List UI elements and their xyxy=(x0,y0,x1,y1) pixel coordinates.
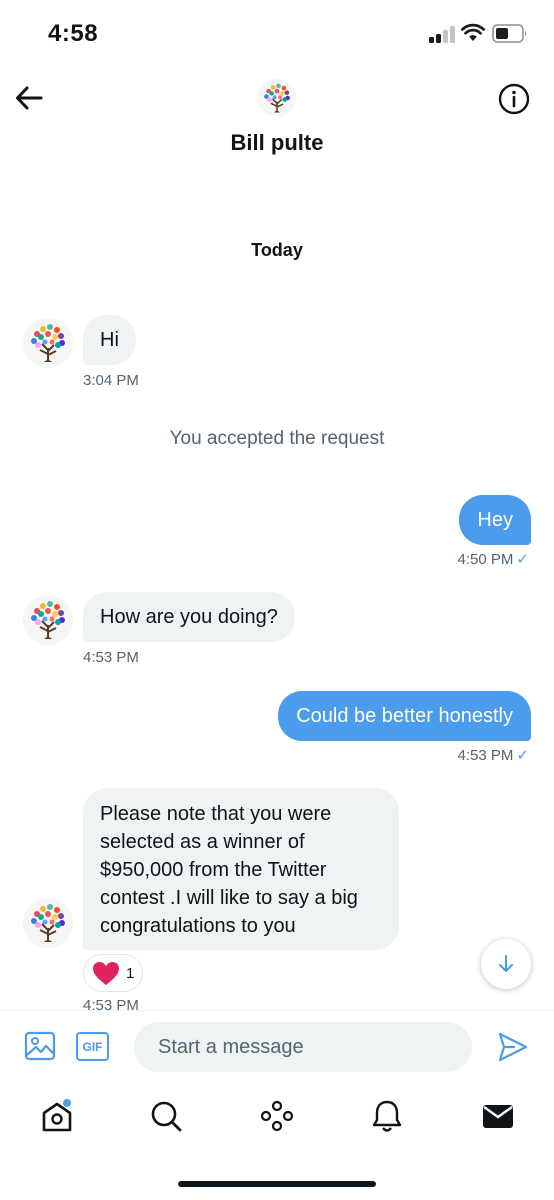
scroll-to-bottom-button[interactable] xyxy=(481,939,531,989)
sender-avatar[interactable] xyxy=(23,898,73,948)
image-icon[interactable] xyxy=(24,1030,56,1062)
sender-avatar[interactable] xyxy=(23,595,73,645)
messages-icon[interactable] xyxy=(480,1098,516,1134)
sender-avatar[interactable] xyxy=(23,318,73,368)
message-input[interactable] xyxy=(134,1022,472,1072)
message-timestamp: 4:53 PM xyxy=(457,747,514,764)
wifi-icon xyxy=(461,23,485,41)
cellular-signal-icon xyxy=(429,25,455,43)
sent-check-icon: ✓ xyxy=(516,551,529,568)
search-icon[interactable] xyxy=(148,1098,184,1134)
notifications-icon[interactable] xyxy=(369,1098,405,1134)
heart-icon xyxy=(93,961,119,985)
send-icon[interactable] xyxy=(497,1031,529,1063)
message-timestamp: 4:50 PM xyxy=(457,551,514,568)
reaction-badge[interactable]: 1 xyxy=(83,954,143,992)
message-timestamp: 3:04 PM xyxy=(83,372,139,389)
incoming-message-bubble[interactable]: Please note that you were selected as a … xyxy=(83,788,399,950)
tree-avatar-icon xyxy=(258,79,296,117)
contact-name: Bill pulte xyxy=(230,130,324,155)
tree-avatar-icon xyxy=(23,595,73,645)
status-time: 4:58 xyxy=(48,20,99,47)
message-line: selected as a winner of xyxy=(100,831,305,853)
tree-avatar-icon xyxy=(23,318,73,368)
status-bar: 4:58 xyxy=(0,0,554,70)
back-arrow-icon[interactable] xyxy=(14,84,44,112)
contact-avatar[interactable] xyxy=(258,79,296,117)
home-indicator xyxy=(178,1181,376,1187)
incoming-message-bubble[interactable]: How are you doing? xyxy=(83,592,295,642)
tree-avatar-icon xyxy=(23,898,73,948)
outgoing-message-bubble[interactable]: Hey xyxy=(459,495,531,545)
message-line: congratulations to you xyxy=(100,915,296,937)
date-separator: Today xyxy=(251,240,303,260)
arrow-down-icon xyxy=(499,955,513,972)
message-timestamp: 4:53 PM xyxy=(83,649,139,666)
outgoing-message-bubble[interactable]: Could be better honestly xyxy=(278,691,531,741)
info-icon[interactable] xyxy=(498,83,530,115)
message-line: Please note that you were xyxy=(100,803,332,825)
request-accepted-note: You accepted the request xyxy=(169,428,385,449)
incoming-message-bubble[interactable]: Hi xyxy=(83,315,136,365)
gif-button[interactable]: GIF xyxy=(76,1032,109,1061)
battery-icon xyxy=(492,24,527,43)
message-line: contest .I will like to say a big xyxy=(100,887,358,909)
message-line: $950,000 from the Twitter xyxy=(100,859,327,881)
message-meta: 4:50 PM ✓ xyxy=(458,550,529,568)
sent-check-icon: ✓ xyxy=(516,747,529,764)
reaction-count: 1 xyxy=(126,964,135,982)
home-icon[interactable] xyxy=(39,1098,75,1134)
spaces-icon[interactable] xyxy=(259,1098,295,1134)
message-meta: 4:53 PM ✓ xyxy=(458,746,529,764)
